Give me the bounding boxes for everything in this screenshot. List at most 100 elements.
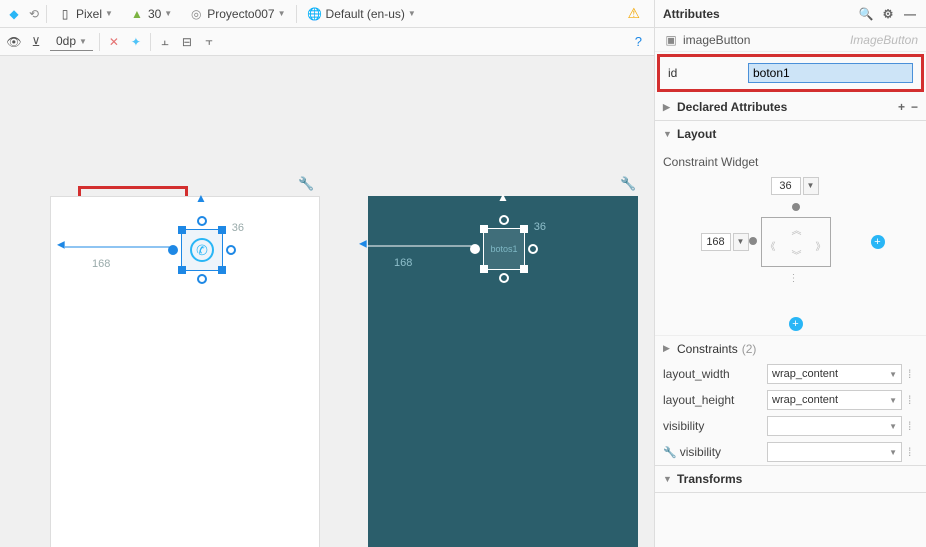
clear-constraints-icon[interactable]: ✕ — [106, 34, 122, 50]
anchor-right[interactable] — [226, 245, 236, 255]
resize-handle[interactable] — [218, 226, 226, 234]
gear-icon[interactable]: ⚙ — [880, 6, 896, 22]
cw-top-margin[interactable]: 36 ▼ — [771, 177, 819, 195]
cw-left-dropdown[interactable]: ▼ — [733, 233, 749, 251]
add-attr-icon[interactable]: + — [898, 100, 905, 114]
chevron-down-icon: ▼ — [889, 396, 897, 405]
align-icon-2[interactable]: ⊟ — [179, 34, 195, 50]
margin-label: 0dp — [56, 34, 76, 48]
cw-box[interactable]: ︽ ︾ 《 》 — [761, 217, 831, 267]
flag-icon[interactable]: ⁞ — [908, 393, 918, 407]
align-icon-1[interactable]: ⫠ — [157, 34, 173, 50]
selection-box[interactable]: ✆ 36 168 — [181, 229, 223, 271]
visibility-select[interactable]: ▼ — [767, 416, 902, 436]
layout-height-label: layout_height — [663, 393, 761, 407]
flag-icon[interactable]: ⁞ — [908, 419, 918, 433]
anchor-left[interactable] — [470, 244, 480, 254]
resize-handle[interactable] — [480, 265, 488, 273]
design-canvas-area[interactable]: 🔧 🔧 ▲ ✆ 36 168 — [0, 56, 654, 547]
toolbar-top: ◆ ⟲ ▯ Pixel ▼ ▲ 30 ▼ ◎ Proyecto007 ▼ 🌐 D… — [0, 0, 654, 28]
separator — [99, 33, 100, 51]
section-layout-header[interactable]: ▼ Layout — [655, 121, 926, 147]
section-transforms-label: Transforms — [677, 472, 742, 486]
anchor-bottom[interactable] — [499, 273, 509, 283]
cw-chev-top: ︽ — [792, 222, 802, 237]
collapse-icon: ▼ — [663, 129, 673, 139]
resize-handle[interactable] — [480, 225, 488, 233]
help-icon[interactable]: ? — [635, 34, 642, 49]
left-constraint-line — [367, 246, 477, 247]
id-input[interactable] — [748, 63, 913, 83]
chevron-down-icon: ▼ — [105, 9, 113, 18]
cw-chev-bottom: ︾ — [792, 247, 802, 262]
minimize-icon[interactable]: — — [902, 6, 918, 22]
design-canvas-light[interactable]: ▲ ✆ 36 168 — [50, 196, 320, 547]
phone-call-icon: ✆ — [190, 238, 214, 262]
cw-add-right[interactable]: + — [871, 235, 885, 249]
cw-left-value[interactable]: 168 — [701, 233, 731, 251]
magnet-icon[interactable]: ⊻ — [28, 34, 44, 50]
attributes-header: Attributes 🔍 ⚙ — — [655, 0, 926, 28]
cw-top-dropdown[interactable]: ▼ — [803, 177, 819, 195]
wrench-icon: 🔧 — [663, 447, 677, 459]
resize-handle[interactable] — [520, 225, 528, 233]
cw-top-anchor[interactable] — [792, 203, 800, 211]
remove-attr-icon[interactable]: − — [911, 100, 918, 114]
constraints-header[interactable]: ▶ Constraints (2) — [655, 335, 926, 361]
tools-visibility-select[interactable]: ▼ — [767, 442, 902, 462]
cw-chev-right: 》 — [816, 238, 826, 253]
tools-visibility-label: 🔧visibility — [663, 445, 761, 459]
resize-handle[interactable] — [520, 265, 528, 273]
resize-handle[interactable] — [178, 266, 186, 274]
flag-icon[interactable]: ⁞ — [908, 445, 918, 459]
anchor-top[interactable] — [499, 215, 509, 225]
separator — [46, 5, 47, 23]
attributes-panel: Attributes 🔍 ⚙ — ▣ imageButton ImageButt… — [654, 0, 926, 547]
anchor-top[interactable] — [197, 216, 207, 226]
wrench-icon: 🔧 — [298, 176, 314, 192]
eye-icon[interactable]: 👁 — [6, 34, 22, 50]
cw-top-value[interactable]: 36 — [771, 177, 801, 195]
resize-handle[interactable] — [218, 266, 226, 274]
chevron-down-icon: ▼ — [408, 9, 416, 18]
flag-icon[interactable]: ⁞ — [908, 367, 918, 381]
layout-height-value: wrap_content — [772, 394, 838, 406]
section-transforms-header[interactable]: ▼ Transforms — [655, 466, 926, 492]
infer-constraints-icon[interactable]: ✦ — [128, 34, 144, 50]
device-selector[interactable]: ▯ Pixel ▼ — [51, 4, 119, 24]
left-constraint-line — [65, 247, 175, 248]
search-icon[interactable]: 🔍 — [858, 6, 874, 22]
cw-add-bottom[interactable]: + — [789, 317, 803, 331]
cw-dots-bottom: ⋮ — [789, 273, 801, 284]
design-canvas-blueprint[interactable]: ▲ botos1 36 168 — [368, 196, 638, 547]
theme-selector[interactable]: ◎ Proyecto007 ▼ — [182, 4, 291, 24]
margin-selector[interactable]: 0dp ▼ — [50, 32, 93, 51]
api-selector[interactable]: ▲ 30 ▼ — [123, 4, 178, 24]
id-row: id — [657, 54, 924, 92]
warning-icon[interactable]: ⚠ — [627, 5, 640, 22]
layout-width-select[interactable]: wrap_content ▼ — [767, 364, 902, 384]
section-declared: ▶ Declared Attributes + − — [655, 94, 926, 121]
anchor-left[interactable] — [168, 245, 178, 255]
selected-widget-dark[interactable]: ▲ botos1 36 168 — [473, 216, 533, 276]
anchor-bottom[interactable] — [197, 274, 207, 284]
component-name: imageButton — [683, 33, 750, 47]
android-icon: ▲ — [129, 6, 145, 22]
constraint-widget-diagram[interactable]: 36 ▼ 168 ▼ ︽ ︾ 《 》 ⋮ + + — [701, 177, 881, 327]
locale-selector[interactable]: 🌐 Default (en-us) ▼ — [301, 4, 422, 24]
selection-box[interactable]: botos1 36 168 — [483, 228, 525, 270]
widget-id-label: botos1 — [490, 244, 517, 254]
resize-handle[interactable] — [178, 226, 186, 234]
anchor-right[interactable] — [528, 244, 538, 254]
section-declared-header[interactable]: ▶ Declared Attributes + − — [655, 94, 926, 120]
chevron-down-icon: ▼ — [889, 422, 897, 431]
rotate-icon[interactable]: ⟲ — [26, 6, 42, 22]
align-icon-3[interactable]: ⫟ — [201, 34, 217, 50]
layout-height-select[interactable]: wrap_content ▼ — [767, 390, 902, 410]
top-arrow-icon: ▲ — [497, 190, 509, 204]
selected-widget-light[interactable]: ▲ ✆ 36 168 — [171, 217, 231, 277]
cw-left-anchor[interactable] — [749, 237, 757, 245]
stack-icon[interactable]: ◆ — [6, 6, 22, 22]
prop-layout-width: layout_width wrap_content ▼ ⁞ — [655, 361, 926, 387]
cw-left-margin[interactable]: 168 ▼ — [701, 233, 749, 251]
